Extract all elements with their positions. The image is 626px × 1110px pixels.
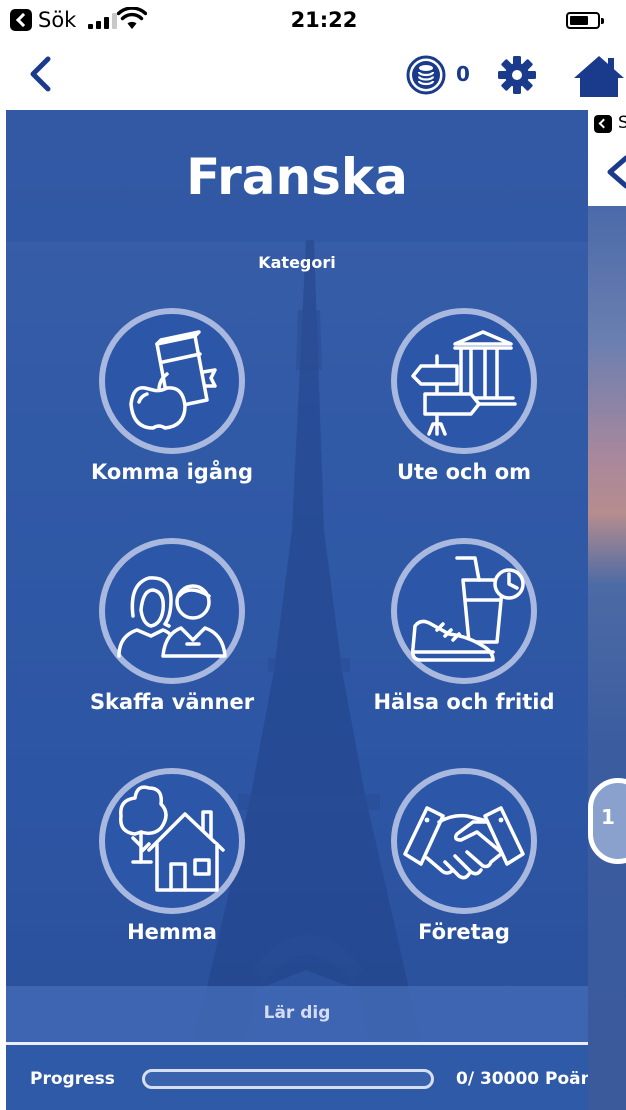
battery-icon [566, 12, 604, 29]
progress-row: Progress 0/ 30000 Poäng [6, 1045, 588, 1110]
nav-bar: 0 [0, 40, 626, 110]
category-skaffa-vanner[interactable]: Skaffa vänner [52, 538, 292, 738]
category-label: Komma igång [91, 460, 253, 484]
drink-sneaker-icon [410, 556, 525, 662]
category-panel: Franska Kategori Komma igång Ute och om … [6, 110, 588, 1110]
points-text: 0/ 30000 Poäng [456, 1069, 588, 1089]
level-number: 1 [601, 805, 615, 829]
category-label: Ute och om [396, 460, 532, 484]
house-tree-icon [119, 785, 225, 892]
learn-label: Lär dig [263, 1003, 331, 1023]
people-icon [117, 576, 227, 658]
home-icon[interactable] [572, 54, 626, 98]
level-bubble: 1 [588, 778, 626, 864]
status-time: 21:22 [290, 8, 358, 32]
category-icon-ring [391, 768, 537, 914]
back-to-app-icon [594, 115, 612, 133]
category-icon-ring [99, 538, 245, 684]
category-label: Hemma [127, 920, 217, 944]
peek-status-text: S [618, 113, 626, 133]
category-label: Hälsa och fritid [373, 690, 555, 714]
category-icon-ring [99, 768, 245, 914]
category-icon-ring [99, 308, 245, 454]
back-chevron-icon[interactable] [22, 54, 62, 94]
coin-count: 0 [456, 62, 470, 86]
signpost-building-icon [411, 330, 517, 436]
progress-label: Progress [30, 1069, 115, 1089]
book-apple-icon [129, 330, 217, 430]
section-subtitle: Kategori [258, 253, 336, 272]
progress-bar [142, 1069, 434, 1089]
next-screen-peek: S 1 [588, 110, 626, 1110]
coins-icon [406, 55, 446, 95]
category-hemma[interactable]: Hemma [52, 768, 292, 968]
handshake-icon [403, 806, 525, 880]
category-ute-och-om[interactable]: Ute och om [344, 308, 584, 508]
category-foretag[interactable]: Företag [344, 768, 584, 968]
page-title: Franska [186, 148, 408, 206]
category-label: Företag [418, 920, 510, 944]
category-label: Skaffa vänner [89, 690, 255, 714]
peek-background-image [588, 206, 626, 1110]
category-komma-igang[interactable]: Komma igång [52, 308, 292, 508]
category-icon-ring [391, 538, 537, 684]
learn-button[interactable]: Lär dig [6, 986, 588, 1042]
category-halsa-och-fritid[interactable]: Hälsa och fritid [344, 538, 584, 738]
back-chevron-icon [607, 155, 626, 189]
status-bar: Sök 21:22 [0, 0, 626, 40]
gear-icon[interactable] [496, 54, 538, 96]
category-icon-ring [391, 308, 537, 454]
